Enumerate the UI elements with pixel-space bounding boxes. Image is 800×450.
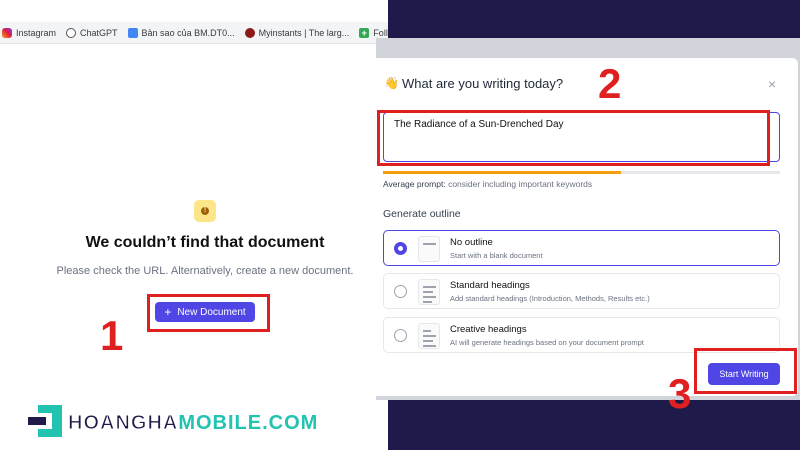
bookmarks-bar: Instagram ChatGPT Bản sao của BM.DT0... … bbox=[0, 22, 388, 44]
option-desc: Add standard headings (Introduction, Met… bbox=[450, 294, 650, 303]
warning-icon: ! bbox=[194, 200, 216, 222]
prompt-hint: Average prompt: consider including impor… bbox=[383, 179, 592, 189]
bookmark-instagram[interactable]: Instagram bbox=[2, 27, 57, 38]
headings-document-icon bbox=[418, 279, 440, 305]
plus-icon: + bbox=[359, 27, 370, 38]
creative-document-icon bbox=[418, 323, 440, 349]
hint-rest: consider including important keywords bbox=[448, 179, 593, 189]
hint-strong: Average prompt: bbox=[383, 179, 446, 189]
generate-outline-label: Generate outline bbox=[383, 208, 461, 220]
bookmark-label: Bản sao của BM.DT0... bbox=[141, 27, 235, 38]
option-title: No outline bbox=[450, 237, 493, 248]
annotation-number-1: 1 bbox=[100, 312, 124, 359]
radio-selected[interactable] bbox=[394, 242, 407, 255]
bookmark-myinstants[interactable]: Myinstants | The larg... bbox=[244, 27, 350, 38]
bookmark-label: Follow C bbox=[373, 27, 388, 38]
myinstants-icon bbox=[244, 27, 255, 38]
instagram-icon bbox=[2, 27, 12, 38]
option-desc: Start with a blank document bbox=[450, 251, 543, 260]
bookmark-google-doc[interactable]: Bản sao của BM.DT0... bbox=[127, 27, 235, 38]
dialog-title: What are you writing today? bbox=[402, 76, 564, 91]
prompt-quality-bar bbox=[383, 171, 780, 174]
bookmark-label: ChatGPT bbox=[80, 27, 118, 38]
option-title: Creative headings bbox=[450, 324, 527, 335]
option-standard-headings[interactable]: Standard headings Add standard headings … bbox=[383, 273, 780, 309]
google-docs-icon bbox=[127, 27, 138, 38]
annotation-box-1 bbox=[147, 294, 270, 332]
annotation-number-3: 3 bbox=[668, 370, 692, 417]
bookmark-chatgpt[interactable]: ChatGPT bbox=[66, 27, 118, 38]
logo-text-part2: MOBILE.COM bbox=[178, 412, 319, 434]
logo-text: HOANGHAMOBILE.COM bbox=[67, 412, 319, 435]
logo-text-part1: HOANGHA bbox=[67, 412, 179, 435]
annotation-number-2: 2 bbox=[598, 60, 622, 107]
bookmark-label: Instagram bbox=[16, 27, 57, 38]
option-desc: AI will generate headings based on your … bbox=[450, 338, 644, 347]
close-icon[interactable]: × bbox=[768, 76, 776, 92]
annotation-box-2 bbox=[377, 110, 770, 166]
option-no-outline[interactable]: No outline Start with a blank document bbox=[383, 230, 780, 266]
error-title: We couldn’t find that document bbox=[85, 234, 325, 251]
browser-page: Instagram ChatGPT Bản sao của BM.DT0... … bbox=[0, 0, 388, 450]
wave-icon: 👋 bbox=[384, 76, 399, 90]
radio-unselected[interactable] bbox=[394, 285, 407, 298]
annotation-box-3 bbox=[694, 348, 797, 394]
error-subtitle: Please check the URL. Alternatively, cre… bbox=[56, 265, 354, 277]
prompt-quality-fill bbox=[383, 171, 622, 174]
hoangha-logo-icon bbox=[12, 405, 62, 437]
blank-document-icon bbox=[418, 236, 440, 262]
radio-unselected[interactable] bbox=[394, 329, 407, 342]
option-title: Standard headings bbox=[450, 280, 530, 291]
bookmark-label: Myinstants | The larg... bbox=[258, 27, 350, 38]
bookmark-follow[interactable]: + Follow C bbox=[359, 27, 388, 38]
chatgpt-icon bbox=[66, 27, 77, 38]
